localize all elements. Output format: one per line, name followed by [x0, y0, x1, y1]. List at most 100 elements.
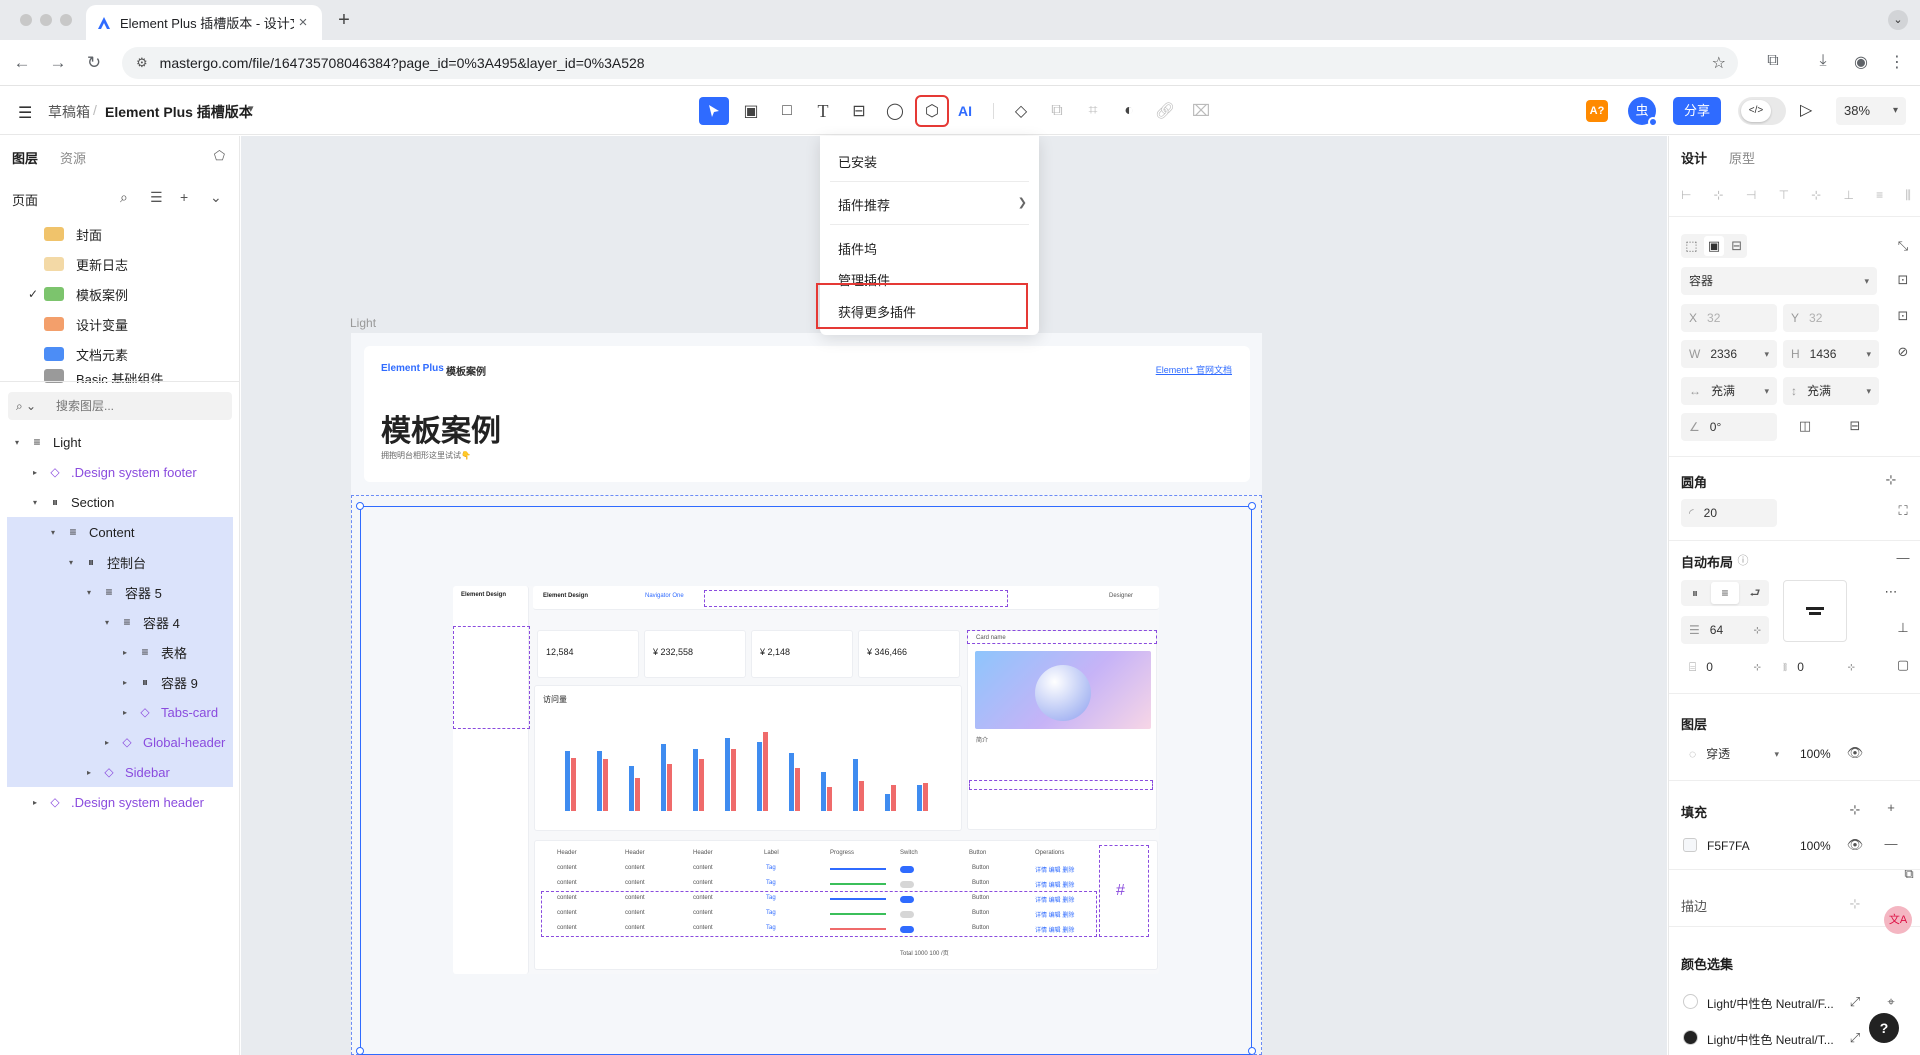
- frame-label[interactable]: Light: [350, 316, 376, 330]
- autolayout-more-icon[interactable]: ⋯: [1881, 584, 1901, 600]
- tab-design[interactable]: 设计: [1681, 148, 1707, 167]
- layer-row[interactable]: ▾ ≡ Light: [7, 427, 233, 457]
- page-item[interactable]: 文档元素: [0, 339, 240, 369]
- colorset-item[interactable]: Light/中性色 Neutral/F... ⤢ ⌖: [1669, 990, 1920, 1014]
- align-bottom-icon[interactable]: ⊥: [1844, 188, 1854, 203]
- bookmark-star-icon[interactable]: ☆: [1712, 53, 1726, 73]
- ai-assist-badge[interactable]: A?: [1586, 100, 1608, 122]
- align-left-icon[interactable]: ⊢: [1681, 188, 1691, 203]
- resize-height-select[interactable]: ↕ 充满 ▾: [1783, 377, 1879, 405]
- tab-layers[interactable]: 图层: [12, 148, 38, 167]
- section-mode-icon[interactable]: ⊟: [1726, 234, 1747, 258]
- ai-tool-button[interactable]: AI: [950, 97, 980, 125]
- rotation-input[interactable]: ∠ 0°: [1681, 413, 1777, 441]
- layer-expand-arrow-icon[interactable]: ▸: [101, 738, 113, 747]
- layer-expand-arrow-icon[interactable]: ▾: [47, 528, 59, 537]
- file-name[interactable]: Element Plus 插槽版本: [105, 102, 253, 122]
- layer-expand-arrow-icon[interactable]: ▾: [65, 558, 77, 567]
- radius-options-icon[interactable]: ⊹: [1881, 472, 1901, 488]
- new-tab-plus-icon[interactable]: +: [334, 10, 354, 30]
- window-zoom-button[interactable]: [60, 14, 72, 26]
- layer-row[interactable]: ▾ ≡ 容器 4: [7, 607, 233, 637]
- link-button[interactable]: 🔗︎: [1150, 97, 1180, 125]
- layer-expand-arrow-icon[interactable]: ▸: [29, 798, 41, 807]
- add-fill-icon[interactable]: +: [1881, 800, 1901, 815]
- align-top-icon[interactable]: ⊤: [1779, 188, 1789, 203]
- layer-row[interactable]: ▾ ⏸ Section: [7, 487, 233, 517]
- breadcrumb-drafts[interactable]: 草稿箱: [48, 102, 90, 122]
- comment-tool-button[interactable]: ◯: [880, 97, 910, 125]
- direction-vertical-icon[interactable]: ≡: [1711, 582, 1739, 604]
- layer-expand-arrow-icon[interactable]: ▸: [29, 468, 41, 477]
- docs-link[interactable]: Element⁺ 官网文档: [1156, 363, 1232, 376]
- autolayout-help-icon[interactable]: ⓘ: [1733, 552, 1753, 568]
- plugin-panel-icon[interactable]: ⬠: [214, 148, 225, 164]
- resize-width-select[interactable]: ↔ 充满 ▾: [1681, 377, 1777, 405]
- back-arrow-icon[interactable]: ←: [12, 53, 32, 73]
- forward-arrow-icon[interactable]: →: [48, 53, 68, 73]
- fill-styles-icon[interactable]: ⊹: [1845, 802, 1865, 818]
- dev-mode-toggle[interactable]: </>: [1738, 97, 1786, 125]
- user-avatar[interactable]: 虫: [1628, 97, 1658, 127]
- menu-plugin-recommend[interactable]: 插件推荐: [838, 195, 890, 214]
- resize-handle-tr[interactable]: [1248, 502, 1256, 510]
- plugin-tool-button[interactable]: ⬡: [915, 95, 949, 127]
- resize-handle-tl[interactable]: [356, 502, 364, 510]
- align-center-h-icon[interactable]: ⊹: [1714, 188, 1724, 203]
- position-lock-icon[interactable]: ⊡: [1893, 308, 1913, 324]
- translate-assistant-bubble[interactable]: 文A: [1884, 906, 1912, 934]
- zoom-select[interactable]: 38% ▾: [1836, 97, 1906, 125]
- layer-expand-arrow-icon[interactable]: ▾: [29, 498, 41, 507]
- page-item[interactable]: 设计变量: [0, 309, 240, 339]
- menu-installed[interactable]: 已安装: [838, 152, 877, 171]
- layer-row[interactable]: ▸ ◇ Global-header: [7, 727, 233, 757]
- layer-opacity[interactable]: 100%: [1800, 747, 1831, 761]
- shape-tool-button[interactable]: □: [772, 97, 802, 125]
- create-component-button[interactable]: ◇: [1006, 97, 1036, 125]
- url-bar[interactable]: ⚙ mastergo.com/file/164735708046384?page…: [122, 47, 1738, 79]
- layer-row[interactable]: ▸ ◇ Sidebar: [7, 757, 233, 787]
- layer-row[interactable]: ▾ ⏸ 控制台: [7, 547, 233, 577]
- layer-expand-arrow-icon[interactable]: ▸: [83, 768, 95, 777]
- layer-expand-arrow-icon[interactable]: ▾: [101, 618, 113, 627]
- direction-wrap-icon[interactable]: ⮐: [1741, 580, 1769, 606]
- file-menu-chevron-icon[interactable]: ▾: [248, 102, 254, 115]
- remove-fill-icon[interactable]: —: [1881, 836, 1901, 851]
- reload-icon[interactable]: ↻: [84, 53, 104, 73]
- align-center-v-icon[interactable]: ⊹: [1811, 188, 1821, 203]
- layer-row[interactable]: ▾ ≡ 容器 5: [7, 577, 233, 607]
- layer-row[interactable]: ▸ ◇ .Design system footer: [7, 457, 233, 487]
- page-item[interactable]: 封面: [0, 219, 240, 249]
- remove-autolayout-icon[interactable]: —: [1893, 550, 1913, 565]
- layer-row[interactable]: ▸ ◇ Tabs-card: [7, 697, 233, 727]
- layer-expand-arrow-icon[interactable]: ▸: [119, 708, 131, 717]
- distribute-h-icon[interactable]: ≡: [1876, 188, 1883, 203]
- boolean-button[interactable]: ⧉: [1042, 97, 1072, 125]
- independent-corners-icon[interactable]: ⛶: [1893, 503, 1913, 519]
- text-tool-button[interactable]: T: [808, 97, 838, 125]
- layer-expand-arrow-icon[interactable]: ▾: [11, 438, 23, 447]
- collapse-icon[interactable]: ⤡: [1893, 238, 1913, 254]
- constrain-proportions-icon[interactable]: ⊘: [1893, 344, 1913, 360]
- fill-opacity[interactable]: 100%: [1800, 839, 1831, 853]
- radius-input[interactable]: ◜ 20: [1681, 499, 1777, 527]
- add-page-icon[interactable]: +: [180, 189, 188, 205]
- move-tool-button[interactable]: [699, 97, 729, 125]
- layer-expand-arrow-icon[interactable]: ▾: [83, 588, 95, 597]
- detach-style-icon[interactable]: ⤢: [1845, 1030, 1865, 1046]
- padding-horizontal-input[interactable]: ⧚ 0 ⊹: [1775, 653, 1863, 681]
- y-input[interactable]: Y 32: [1783, 304, 1879, 332]
- search-filter-icon[interactable]: ⌕ ⌄: [16, 399, 44, 414]
- page-item[interactable]: ✓ 模板案例: [0, 279, 240, 309]
- main-menu-icon[interactable]: ☰: [18, 103, 32, 123]
- width-input[interactable]: W 2336 ▾: [1681, 340, 1777, 368]
- container-type-select[interactable]: 容器 ▾: [1681, 267, 1877, 295]
- site-settings-icon[interactable]: ⚙: [136, 55, 148, 71]
- stroke-styles-icon[interactable]: ⊹: [1845, 896, 1865, 912]
- download-icon[interactable]: ⤓: [1812, 52, 1834, 70]
- padding-individual-icon[interactable]: ▢: [1893, 657, 1913, 673]
- x-input[interactable]: X 32: [1681, 304, 1777, 332]
- gap-input[interactable]: ☰ 64 ⊹: [1681, 616, 1769, 644]
- fill-visibility-eye-icon[interactable]: 👁︎: [1845, 837, 1865, 853]
- share-button[interactable]: 分享: [1673, 97, 1721, 125]
